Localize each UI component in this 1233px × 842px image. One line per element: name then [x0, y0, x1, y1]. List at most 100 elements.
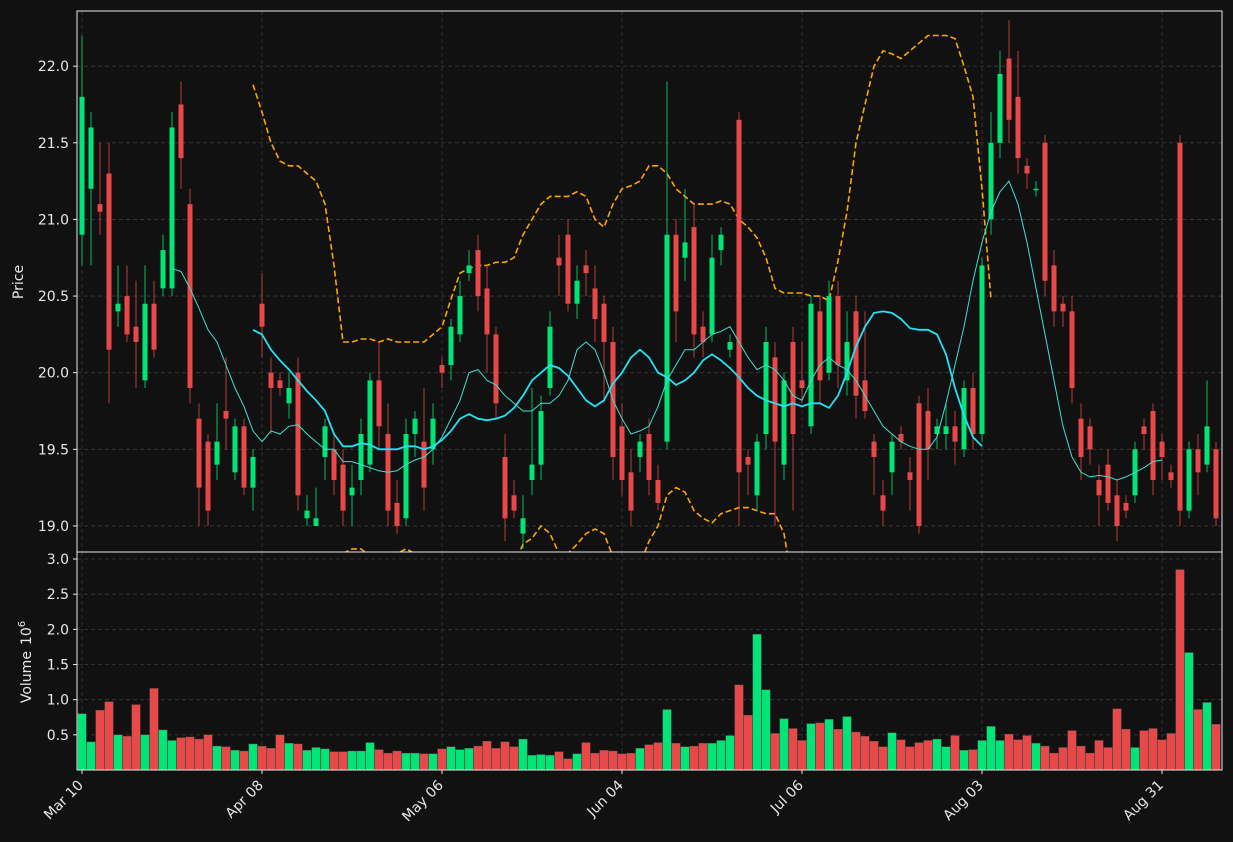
volume-tick-label: 3.0 — [47, 552, 69, 568]
volume-bar — [797, 740, 807, 770]
volume-bar — [1040, 745, 1050, 770]
volume-bar — [734, 684, 744, 770]
volume-bar — [905, 746, 915, 770]
volume-bar — [932, 738, 942, 770]
volume-bar — [212, 745, 222, 770]
volume-bar — [878, 746, 888, 770]
candle-body — [943, 426, 949, 434]
candle-body — [187, 204, 193, 389]
volume-bar — [1094, 740, 1104, 770]
candle-body — [1123, 502, 1129, 511]
candle-body — [1033, 188, 1039, 191]
volume-bar — [977, 740, 987, 770]
candle-body — [781, 380, 787, 465]
price-tick-label: 20.5 — [38, 289, 69, 305]
candle-body — [1186, 449, 1192, 511]
candlestick-chart: 19.0 19.5 20.0 20.5 21.0 21.5 22.0 0.5 1.0 1.5 2.… — [0, 0, 1233, 842]
volume-bar — [500, 741, 510, 770]
candle-body — [106, 173, 112, 350]
volume-bar — [1058, 747, 1068, 770]
volume-bar — [725, 735, 735, 770]
volume-bar — [356, 750, 366, 770]
candle-body — [502, 456, 508, 519]
candle-body — [160, 250, 166, 289]
volume-bar — [1121, 729, 1131, 770]
candle-body — [448, 326, 454, 366]
candle-body — [826, 296, 832, 373]
candle-body — [970, 388, 976, 434]
volume-bar — [1211, 724, 1221, 770]
price-tick-label: 22.0 — [38, 59, 69, 75]
candle-body — [601, 303, 607, 343]
volume-bar — [788, 728, 798, 770]
candle-body — [493, 334, 499, 404]
volume-bar — [626, 752, 636, 770]
volume-bar — [320, 748, 330, 770]
volume-bar — [275, 734, 285, 770]
volume-bar — [1085, 752, 1095, 770]
volume-bar — [842, 716, 852, 770]
volume-bar — [752, 634, 762, 770]
candle-body — [1087, 426, 1093, 450]
volume-bar — [284, 743, 294, 770]
volume-bar — [230, 750, 240, 770]
candle-body — [79, 96, 85, 235]
volume-tick-label: 0.5 — [47, 728, 69, 744]
candle-body — [133, 326, 139, 343]
candle-body — [1141, 426, 1147, 434]
candle-body — [142, 303, 148, 381]
candle-body — [1060, 303, 1066, 312]
candle-body — [1051, 265, 1057, 312]
candle-body — [556, 257, 562, 266]
candle-body — [457, 296, 463, 335]
candle-body — [484, 288, 490, 335]
volume-bar — [599, 750, 609, 770]
volume-bar — [698, 743, 708, 770]
volume-bar — [248, 743, 258, 770]
candle-body — [259, 303, 265, 327]
volume-bar — [815, 722, 825, 770]
candle-body — [349, 487, 355, 496]
volume-bar — [455, 749, 465, 770]
candle-body — [376, 380, 382, 427]
volume-bar — [383, 752, 393, 770]
candle-body — [358, 433, 364, 480]
volume-bar — [401, 752, 411, 770]
candle-body — [214, 441, 220, 465]
candle-body — [151, 303, 157, 350]
candle-body — [1195, 449, 1201, 473]
volume-bar — [806, 723, 816, 770]
candle-body — [907, 472, 913, 480]
volume-bar — [95, 710, 105, 770]
volume-bar — [671, 743, 681, 770]
candle-body — [241, 426, 247, 488]
candle-body — [394, 502, 400, 526]
candle-body — [268, 372, 274, 389]
candle-body — [367, 380, 373, 465]
volume-bar — [950, 735, 960, 770]
volume-bar — [464, 748, 474, 770]
candle-body — [1204, 426, 1210, 465]
candle-body — [997, 73, 1003, 143]
volume-bar — [1202, 702, 1212, 770]
volume-bar — [545, 755, 555, 770]
candle-body — [592, 288, 598, 320]
candle-body — [169, 127, 175, 289]
volume-bar — [887, 732, 897, 770]
candle-body — [1096, 479, 1102, 496]
volume-bar — [311, 747, 321, 770]
candle-body — [538, 411, 544, 465]
volume-bar — [239, 750, 249, 770]
volume-bar — [419, 753, 429, 770]
volume-bar — [536, 754, 546, 770]
volume-bar — [509, 746, 519, 770]
candle-body — [1078, 418, 1084, 457]
volume-bar — [608, 750, 618, 770]
volume-tick-label: 1.5 — [47, 658, 69, 674]
volume-bar — [851, 731, 861, 770]
volume-bar — [1130, 747, 1140, 770]
volume-bar — [1139, 730, 1149, 770]
candle-body — [700, 326, 706, 343]
volume-bar — [194, 738, 204, 770]
candle-body — [916, 403, 922, 526]
